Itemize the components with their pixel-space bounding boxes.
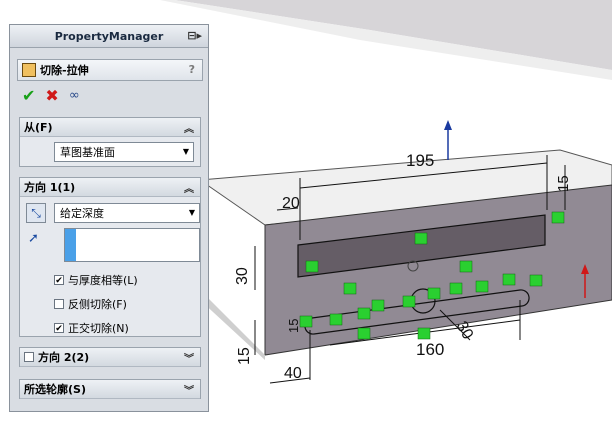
dim-15-slot: 15 — [286, 319, 301, 333]
direction2-group-header[interactable]: 方向 2(2) ︾ — [20, 348, 200, 367]
dim-15-bottom: 15 — [236, 347, 253, 365]
direction2-group: 方向 2(2) ︾ — [19, 347, 201, 367]
detailed-preview-button[interactable]: ∞ — [69, 88, 80, 104]
checkbox-box[interactable] — [54, 299, 64, 309]
dim-160: 160 — [416, 340, 444, 359]
cancel-button[interactable]: ✖ — [45, 88, 58, 104]
expand-icon[interactable]: ︾ — [184, 382, 194, 397]
end-condition-value: 给定深度 — [60, 207, 104, 220]
checkbox-equal-thickness[interactable]: ✔ 与厚度相等(L) — [54, 272, 138, 288]
checkbox-box[interactable] — [24, 352, 34, 362]
contours-group-header[interactable]: 所选轮廓(S) ︾ — [20, 380, 200, 399]
depth-selection-bar — [65, 229, 76, 261]
from-select[interactable]: 草图基准面 ▼ — [54, 142, 194, 162]
ok-button[interactable]: ✔ — [22, 88, 35, 104]
expand-icon[interactable]: ︾ — [184, 350, 194, 365]
feature-header: 切除-拉伸 ? — [17, 59, 203, 81]
checkbox-label: 与厚度相等(L) — [68, 274, 138, 287]
direction2-checkbox[interactable] — [24, 352, 38, 362]
cut-extrude-icon — [22, 63, 36, 77]
checkbox-box[interactable]: ✔ — [54, 323, 64, 334]
end-condition-select[interactable]: 给定深度 ▼ — [54, 203, 200, 223]
property-manager-panel: PropertyManager ⊟▸ 切除-拉伸 ? ✔ ✖ ∞ 从(F) ︽ … — [9, 24, 209, 412]
pm-title: PropertyManager — [54, 29, 164, 43]
collapse-icon[interactable]: ︽ — [184, 180, 194, 195]
dropdown-arrow-icon: ▼ — [188, 208, 195, 217]
help-icon[interactable]: ? — [189, 63, 195, 76]
feature-name: 切除-拉伸 — [40, 64, 89, 77]
action-buttons: ✔ ✖ ∞ — [22, 88, 80, 104]
checkbox-label: 正交切除(N) — [68, 322, 129, 335]
collapse-icon[interactable]: ︽ — [184, 120, 194, 135]
from-group-header[interactable]: 从(F) ︽ — [20, 118, 200, 137]
pin-icon[interactable]: ⊟▸ — [187, 29, 202, 42]
direction2-group-label: 方向 2(2) — [38, 351, 90, 364]
checkbox-normal-cut[interactable]: ✔ 正交切除(N) — [54, 320, 129, 336]
checkbox-flip-side[interactable]: 反侧切除(F) — [54, 296, 127, 312]
dim-30-left: 30 — [234, 267, 251, 285]
dropdown-arrow-icon: ▼ — [182, 147, 189, 156]
direction-arrow-icon[interactable]: ➚ — [28, 231, 39, 246]
depth-selection-box[interactable] — [64, 228, 200, 262]
contours-group: 所选轮廓(S) ︾ — [19, 379, 201, 399]
checkbox-box[interactable]: ✔ — [54, 275, 64, 286]
checkbox-label: 反侧切除(F) — [68, 298, 127, 311]
reverse-direction-icon[interactable]: ⤡ — [26, 203, 46, 223]
dim-40: 40 — [284, 365, 302, 382]
from-group: 从(F) ︽ 草图基准面 ▼ — [19, 117, 201, 167]
dim-195: 195 — [406, 151, 434, 170]
from-select-value: 草图基准面 — [60, 146, 115, 159]
y-axis-arrow — [444, 120, 452, 130]
direction1-group-label: 方向 1(1) — [24, 181, 76, 194]
contours-group-label: 所选轮廓(S) — [24, 383, 86, 396]
dim-20: 20 — [282, 195, 300, 212]
from-group-label: 从(F) — [24, 121, 53, 134]
direction1-group-header[interactable]: 方向 1(1) ︽ — [20, 178, 200, 197]
direction1-group: 方向 1(1) ︽ ⤡ 给定深度 ▼ ➚ ✔ 与厚度相等(L) 反侧切除(F) … — [19, 177, 201, 337]
dim-15-top: 15 — [555, 175, 572, 192]
pm-header: PropertyManager ⊟▸ — [10, 25, 208, 48]
